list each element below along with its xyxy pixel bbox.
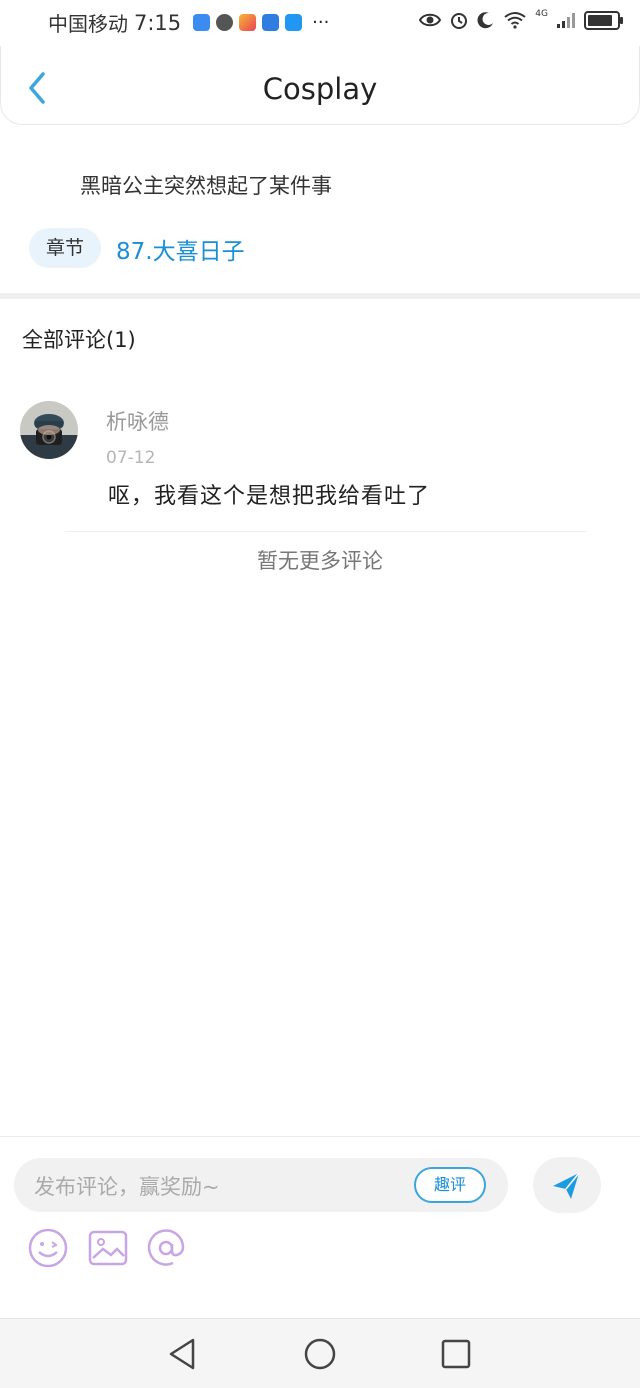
comment-username[interactable]: 析咏德 xyxy=(106,406,169,436)
more-notifications-icon: ··· xyxy=(312,11,330,33)
page-title: Cosplay xyxy=(262,72,378,106)
status-bar-left: 中国移动 7:15 ··· xyxy=(48,8,329,37)
battery-icon xyxy=(584,10,623,30)
system-nav-bar xyxy=(0,1318,640,1388)
recents-square-icon[interactable] xyxy=(438,1336,474,1372)
chapter-tag: 章节 xyxy=(29,228,101,268)
signal-icon xyxy=(557,13,575,28)
emoji-icon[interactable] xyxy=(27,1227,69,1269)
carrier-label: 中国移动 xyxy=(48,12,128,36)
alarm-icon xyxy=(451,13,468,29)
moon-icon xyxy=(477,12,494,29)
app-notification-icon xyxy=(239,14,257,31)
eye-icon xyxy=(419,13,442,27)
comment-date: 07-12 xyxy=(106,448,156,468)
clock: 7:15 xyxy=(134,10,182,35)
comment-text: 呕，我看这个是想把我给看吐了 xyxy=(108,484,431,509)
post-summary: 黑暗公主突然想起了某件事 xyxy=(80,174,332,198)
image-icon[interactable] xyxy=(87,1227,129,1269)
section-divider xyxy=(0,293,640,299)
user-avatar-image xyxy=(20,401,78,459)
cloud-app-icon xyxy=(193,14,211,31)
chat-bubble-icon xyxy=(216,14,234,31)
wifi-icon xyxy=(504,12,526,29)
at-icon[interactable] xyxy=(145,1227,187,1269)
home-circle-icon[interactable] xyxy=(302,1336,338,1372)
weather-app-icon xyxy=(262,14,280,31)
send-icon xyxy=(553,1172,580,1199)
app-header: Cosplay xyxy=(0,46,640,125)
quping-button[interactable]: 趣评 xyxy=(414,1167,486,1203)
comments-heading: 全部评论(1) xyxy=(22,328,136,352)
status-bar-right: 4G xyxy=(419,9,623,30)
network-type-label: 4G xyxy=(535,9,548,19)
comment-input[interactable]: 发布评论，赢奖励~ 趣评 xyxy=(14,1158,508,1212)
comment-input-placeholder: 发布评论，赢奖励~ xyxy=(34,1175,220,1199)
chapter-link[interactable]: 87.大喜日子 xyxy=(116,232,245,266)
back-triangle-icon[interactable] xyxy=(165,1336,201,1372)
comment-separator xyxy=(66,531,586,532)
no-more-comments: 暂无更多评论 xyxy=(257,549,383,573)
search-app-icon xyxy=(285,14,303,31)
send-button[interactable] xyxy=(533,1157,601,1213)
avatar[interactable] xyxy=(20,401,78,459)
comment-composer: 发布评论，赢奖励~ 趣评 xyxy=(0,1136,640,1317)
status-bar: 中国移动 7:15 ··· 4G xyxy=(0,0,640,44)
